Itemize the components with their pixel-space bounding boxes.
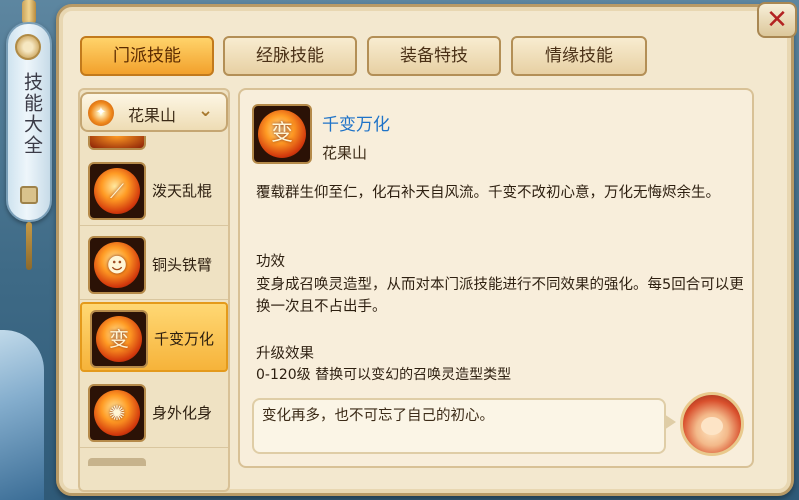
scroll-rod: [22, 0, 36, 24]
skill-description: 覆载群生仰至仁，化石补天自风流。千变不改初心意，万化无悔烬余生。: [256, 185, 720, 201]
skill-item-label: 身外化身: [152, 404, 213, 422]
side-title: 技能大全: [21, 72, 43, 156]
upgrade-text: 0-120级 替换可以变幻的召唤灵造型类型: [256, 367, 512, 383]
speech-bubble: 变化再多，也不可忘了自己的初心。: [252, 398, 666, 454]
skill-item-label: 铜头铁臂: [152, 256, 213, 274]
skill-item-qian-bian-wan-hua[interactable]: 变 千变万化: [80, 302, 228, 372]
upgrade-heading: 升级效果: [256, 346, 314, 362]
avatar-face: [701, 417, 723, 435]
banner-tag-icon: [20, 186, 38, 204]
close-button[interactable]: ✕: [757, 2, 797, 38]
character-avatar: [680, 392, 744, 456]
skill-item-label: 千变万化: [154, 330, 215, 348]
skill-title: 千变万化: [322, 115, 390, 135]
chevron-down-icon: ⌄: [198, 100, 214, 121]
sect-selector-value: 花果山: [128, 106, 177, 125]
effect-heading: 功效: [256, 254, 285, 270]
staff-flame-icon: ⟋: [88, 162, 146, 220]
close-icon: ✕: [766, 5, 788, 35]
skill-item-pao-tian-luan-gun[interactable]: ⟋ 泼天乱棍: [80, 156, 228, 226]
skill-item-shen-wai-hua-shen[interactable]: ✺ 身外化身: [80, 378, 228, 448]
tab-sect-skills[interactable]: 门派技能: [80, 36, 214, 76]
tab-bond-skills[interactable]: 情缘技能: [511, 36, 647, 76]
quote-text: 变化再多，也不可忘了自己的初心。: [262, 408, 494, 424]
bubble-tail: [664, 414, 676, 430]
skill-item-tong-tou-tie-bi[interactable]: ☻ 铜头铁臂: [80, 230, 228, 300]
tab-meridian-skills[interactable]: 经脉技能: [223, 36, 357, 76]
skill-item-label: 泼天乱棍: [152, 182, 213, 200]
tassel-icon: [26, 222, 32, 270]
transform-icon: 变: [90, 310, 148, 368]
sect-selector[interactable]: ✦ 花果山 ⌄: [80, 92, 228, 132]
partial-skill-icon-bottom: [88, 458, 146, 466]
effect-text: 变身成召唤灵造型，从而对本门派技能进行不同效果的强化。每5回合可以更换一次且不占…: [256, 277, 744, 315]
clone-icon: ✺: [88, 384, 146, 442]
partial-skill-icon: [88, 136, 146, 150]
transform-icon: 变: [252, 104, 312, 164]
banner-knob-icon: [15, 34, 41, 60]
wing-decoration: [0, 330, 44, 500]
skill-sect: 花果山: [322, 144, 368, 162]
iron-monkey-icon: ☻: [88, 236, 146, 294]
tab-equipment-skills[interactable]: 装备特技: [367, 36, 501, 76]
sect-emblem-icon: ✦: [88, 100, 114, 126]
